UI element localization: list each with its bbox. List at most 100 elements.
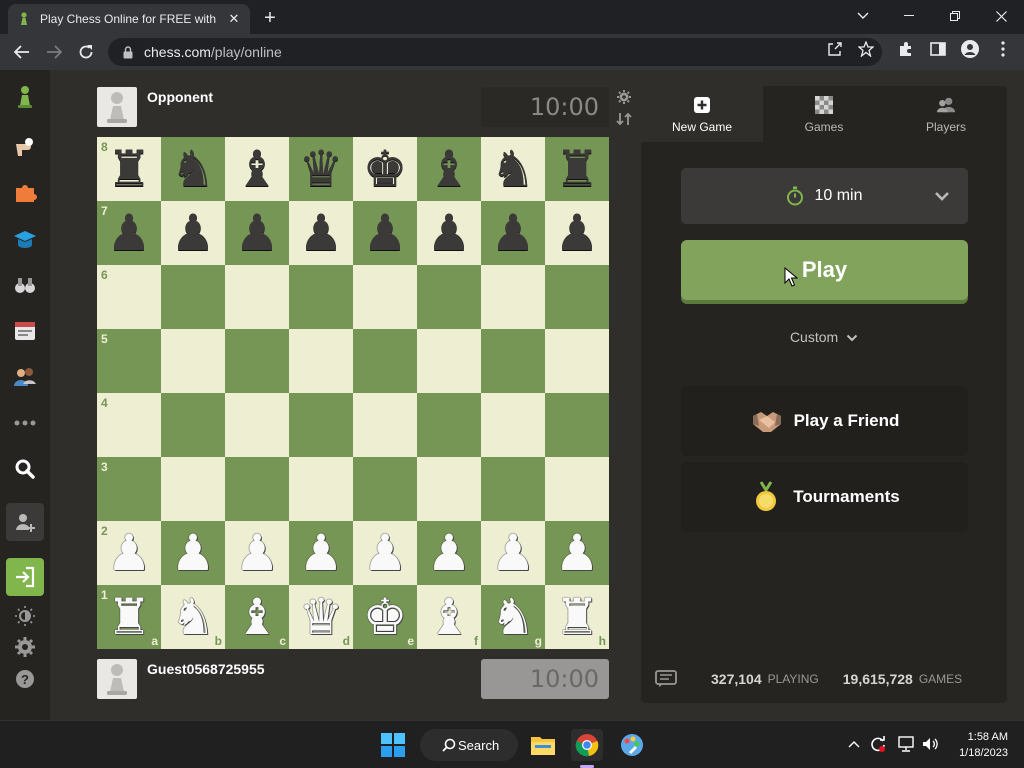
- square-c2[interactable]: ♟: [225, 521, 289, 585]
- square-c5[interactable]: [225, 329, 289, 393]
- taskbar-search-button[interactable]: Search: [420, 729, 518, 761]
- play-button[interactable]: Play: [681, 240, 968, 300]
- white-pawn-icon[interactable]: ♟: [235, 528, 280, 578]
- watch-binoculars-icon[interactable]: [6, 266, 44, 304]
- square-g8[interactable]: ♞: [481, 137, 545, 201]
- opponent-avatar[interactable]: [97, 87, 137, 127]
- sync-icon[interactable]: [869, 735, 887, 753]
- custom-dropdown[interactable]: Custom: [641, 329, 1007, 345]
- paint-app-icon[interactable]: [616, 729, 648, 761]
- white-knight-icon[interactable]: ♞: [171, 592, 216, 642]
- white-pawn-icon[interactable]: ♟: [171, 528, 216, 578]
- square-e7[interactable]: ♟: [353, 201, 417, 265]
- black-pawn-icon[interactable]: ♟: [107, 208, 152, 258]
- extensions-icon[interactable]: [897, 40, 915, 58]
- white-knight-icon[interactable]: ♞: [491, 592, 536, 642]
- square-f7[interactable]: ♟: [417, 201, 481, 265]
- white-pawn-icon[interactable]: ♟: [427, 528, 472, 578]
- chess-board[interactable]: 8 ♜ ♞ ♝ ♛ ♚ ♝ ♞ ♜ 7 ♟ ♟ ♟ ♟ ♟ ♟ ♟ ♟ 6 5 4 3 2 ♟ ♟ ♟ ♟ ♟ ♟ ♟ ♟ 1 a ♜ b ♞ c ♝ d ♛…: [97, 137, 609, 649]
- browser-tab[interactable]: Play Chess Online for FREE with F ✕: [8, 4, 250, 34]
- square-h3[interactable]: [545, 457, 609, 521]
- black-king-icon[interactable]: ♚: [363, 144, 408, 194]
- play-a-friend-button[interactable]: Play a Friend: [681, 386, 968, 456]
- black-pawn-icon[interactable]: ♟: [299, 208, 344, 258]
- black-pawn-icon[interactable]: ♟: [363, 208, 408, 258]
- square-d1[interactable]: d ♛: [289, 585, 353, 649]
- square-c6[interactable]: [225, 265, 289, 329]
- file-explorer-icon[interactable]: [527, 729, 559, 761]
- square-f1[interactable]: f ♝: [417, 585, 481, 649]
- white-pawn-icon[interactable]: ♟: [107, 528, 152, 578]
- puzzles-icon[interactable]: [6, 174, 44, 212]
- tab-players[interactable]: Players: [885, 86, 1007, 142]
- square-g2[interactable]: ♟: [481, 521, 545, 585]
- white-queen-icon[interactable]: ♛: [299, 592, 344, 642]
- square-d2[interactable]: ♟: [289, 521, 353, 585]
- show-hidden-icons-chevron-icon[interactable]: [845, 735, 863, 753]
- white-pawn-icon[interactable]: ♟: [299, 528, 344, 578]
- square-f3[interactable]: [417, 457, 481, 521]
- black-rook-icon[interactable]: ♜: [555, 144, 600, 194]
- square-h8[interactable]: ♜: [545, 137, 609, 201]
- square-a1[interactable]: 1 a ♜: [97, 585, 161, 649]
- square-f2[interactable]: ♟: [417, 521, 481, 585]
- black-pawn-icon[interactable]: ♟: [555, 208, 600, 258]
- square-b6[interactable]: [161, 265, 225, 329]
- back-button[interactable]: [8, 38, 36, 66]
- square-e4[interactable]: [353, 393, 417, 457]
- square-g1[interactable]: g ♞: [481, 585, 545, 649]
- restore-button[interactable]: [932, 0, 978, 32]
- square-c1[interactable]: c ♝: [225, 585, 289, 649]
- tab-new-game[interactable]: New Game: [641, 86, 763, 142]
- square-b5[interactable]: [161, 329, 225, 393]
- sign-up-icon[interactable]: [6, 503, 44, 541]
- square-c3[interactable]: [225, 457, 289, 521]
- square-d3[interactable]: [289, 457, 353, 521]
- minimize-button[interactable]: [886, 0, 932, 32]
- reload-button[interactable]: [72, 38, 100, 66]
- black-queen-icon[interactable]: ♛: [299, 144, 344, 194]
- tab-close-icon[interactable]: ✕: [226, 11, 242, 27]
- player-avatar[interactable]: [97, 659, 137, 699]
- square-b1[interactable]: b ♞: [161, 585, 225, 649]
- square-e5[interactable]: [353, 329, 417, 393]
- square-h2[interactable]: ♟: [545, 521, 609, 585]
- black-bishop-icon[interactable]: ♝: [235, 144, 280, 194]
- learn-icon[interactable]: [6, 220, 44, 258]
- square-f4[interactable]: [417, 393, 481, 457]
- white-king-icon[interactable]: ♚: [363, 592, 408, 642]
- square-g3[interactable]: [481, 457, 545, 521]
- white-pawn-icon[interactable]: ♟: [555, 528, 600, 578]
- white-rook-icon[interactable]: ♜: [107, 592, 152, 642]
- square-e6[interactable]: [353, 265, 417, 329]
- square-b7[interactable]: ♟: [161, 201, 225, 265]
- square-e3[interactable]: [353, 457, 417, 521]
- tab-games[interactable]: Games: [763, 86, 885, 142]
- square-h7[interactable]: ♟: [545, 201, 609, 265]
- profile-icon[interactable]: [961, 40, 979, 58]
- black-knight-icon[interactable]: ♞: [491, 144, 536, 194]
- square-b4[interactable]: [161, 393, 225, 457]
- square-a5[interactable]: 5: [97, 329, 161, 393]
- white-pawn-icon[interactable]: ♟: [491, 528, 536, 578]
- square-a8[interactable]: 8 ♜: [97, 137, 161, 201]
- white-pawn-icon[interactable]: ♟: [363, 528, 408, 578]
- square-g4[interactable]: [481, 393, 545, 457]
- square-d6[interactable]: [289, 265, 353, 329]
- browser-menu-icon[interactable]: [994, 40, 1012, 58]
- bookmark-star-icon[interactable]: [857, 40, 875, 58]
- square-c8[interactable]: ♝: [225, 137, 289, 201]
- square-a4[interactable]: 4: [97, 393, 161, 457]
- square-f8[interactable]: ♝: [417, 137, 481, 201]
- flip-board-icon[interactable]: [615, 110, 633, 128]
- square-h5[interactable]: [545, 329, 609, 393]
- square-d8[interactable]: ♛: [289, 137, 353, 201]
- square-h4[interactable]: [545, 393, 609, 457]
- square-d5[interactable]: [289, 329, 353, 393]
- square-a3[interactable]: 3: [97, 457, 161, 521]
- more-icon[interactable]: [6, 404, 44, 442]
- black-rook-icon[interactable]: ♜: [107, 144, 152, 194]
- volume-icon[interactable]: [921, 735, 939, 753]
- new-tab-button[interactable]: +: [258, 6, 282, 30]
- social-icon[interactable]: [6, 358, 44, 396]
